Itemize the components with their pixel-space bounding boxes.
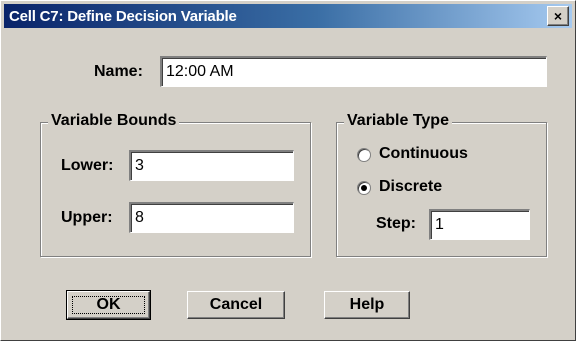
title-bar[interactable]: Cell C7: Define Decision Variable × bbox=[4, 4, 572, 28]
variable-bounds-group bbox=[40, 122, 311, 257]
help-button-label: Help bbox=[349, 296, 385, 313]
radio-selected-dot-icon bbox=[361, 185, 367, 191]
dialog-window: Cell C7: Define Decision Variable × Name… bbox=[0, 0, 576, 341]
lower-bound-value: 3 bbox=[135, 157, 144, 174]
upper-bound-field[interactable]: 8 bbox=[129, 202, 294, 233]
close-button[interactable]: × bbox=[547, 6, 569, 26]
lower-label: Lower: bbox=[61, 157, 114, 174]
step-value: 1 bbox=[435, 216, 444, 233]
step-field[interactable]: 1 bbox=[429, 209, 530, 240]
discrete-label: Discrete bbox=[379, 178, 443, 195]
step-label: Step: bbox=[376, 215, 416, 232]
lower-bound-field[interactable]: 3 bbox=[129, 150, 294, 181]
upper-bound-value: 8 bbox=[135, 209, 144, 226]
ok-button[interactable]: OK bbox=[66, 290, 151, 320]
close-icon: × bbox=[553, 8, 563, 24]
cancel-button[interactable]: Cancel bbox=[187, 291, 285, 319]
name-label: Name: bbox=[94, 63, 143, 80]
radio-button-continuous[interactable] bbox=[357, 148, 371, 162]
radio-button-discrete[interactable] bbox=[357, 181, 371, 195]
focus-rect bbox=[72, 296, 145, 314]
upper-label: Upper: bbox=[61, 209, 113, 226]
variable-type-legend: Variable Type bbox=[344, 112, 452, 130]
variable-bounds-legend: Variable Bounds bbox=[48, 112, 180, 130]
help-button[interactable]: Help bbox=[324, 291, 410, 319]
continuous-label: Continuous bbox=[379, 145, 468, 162]
name-value: 12:00 AM bbox=[166, 63, 234, 80]
window-title: Cell C7: Define Decision Variable bbox=[9, 7, 237, 25]
name-field[interactable]: 12:00 AM bbox=[160, 56, 547, 87]
cancel-button-label: Cancel bbox=[209, 296, 263, 313]
